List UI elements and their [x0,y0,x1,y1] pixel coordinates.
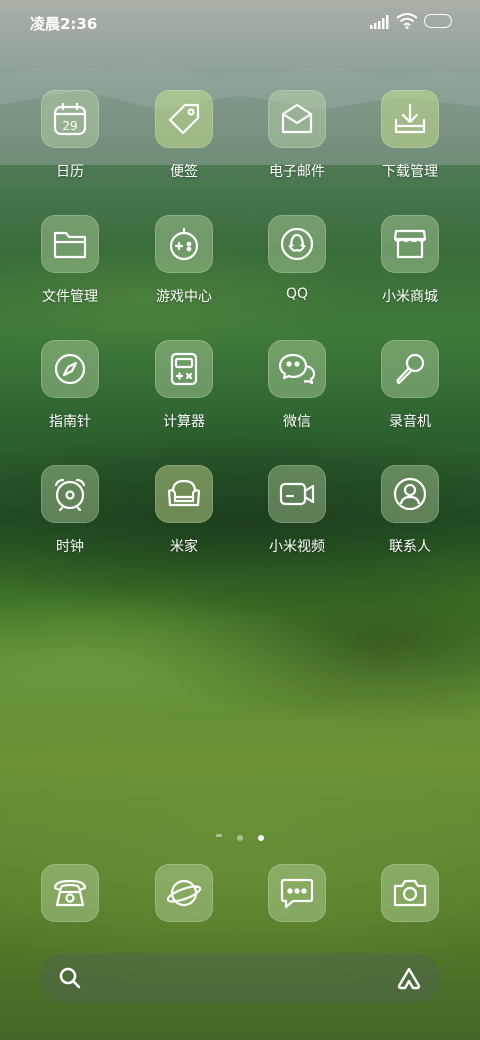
app-label: QQ [285,286,309,302]
page-dot [215,834,222,837]
qq-penguin-icon [268,215,326,273]
app-label: 便签 [170,164,198,180]
app-notes[interactable]: 便签 [128,90,240,181]
app-label: 游戏中心 [156,289,212,305]
compass-icon [41,340,99,398]
calendar-icon: 29 [41,90,99,148]
email-icon [268,90,326,148]
app-label: 下载管理 [382,164,438,180]
battery-icon [424,14,452,28]
app-compass[interactable]: 指南针 [14,340,126,431]
app-wechat[interactable]: 微信 [241,340,353,431]
browser-planet-icon [155,864,213,922]
cellular-signal-icon [370,15,389,29]
shop-icon [381,215,439,273]
phone-icon [41,864,99,922]
app-recorder[interactable]: 录音机 [354,340,466,431]
app-mi-video[interactable]: 小米视频 [241,465,353,556]
app-files[interactable]: 文件管理 [14,215,126,306]
armchair-icon [155,465,213,523]
dock-browser[interactable] [128,864,240,922]
microphone-icon [381,340,439,398]
app-contacts[interactable]: 联系人 [354,465,466,556]
app-label: 联系人 [389,539,431,555]
svg-text:29: 29 [62,119,77,133]
app-qq[interactable]: QQ [241,215,353,302]
page-dot-active [258,835,265,841]
dock-phone[interactable] [14,864,126,922]
app-label: 米家 [170,539,198,555]
app-label: 文件管理 [42,289,98,305]
message-icon [268,864,326,922]
app-calendar[interactable]: 29 日历 [14,90,126,181]
app-downloads[interactable]: 下载管理 [354,90,466,181]
alarm-clock-icon [41,465,99,523]
contact-icon [381,465,439,523]
gamepad-icon [155,215,213,273]
app-label: 录音机 [389,414,431,430]
wechat-icon [268,340,326,398]
folder-icon [41,215,99,273]
app-mi-store[interactable]: 小米商城 [354,215,466,306]
app-label: 微信 [283,414,311,430]
video-camera-icon [268,465,326,523]
app-label: 时钟 [56,539,84,555]
status-time: 凌晨2:36 [30,15,98,33]
app-label: 电子邮件 [269,164,325,180]
app-game-center[interactable]: 游戏中心 [128,215,240,306]
app-clock[interactable]: 时钟 [14,465,126,556]
page-indicator [0,826,480,845]
wifi-icon [396,13,418,29]
assistant-icon[interactable] [396,966,422,990]
app-mi-home[interactable]: 米家 [128,465,240,556]
app-email[interactable]: 电子邮件 [241,90,353,181]
app-label: 计算器 [163,414,205,430]
app-label: 日历 [56,164,84,180]
app-label: 指南针 [49,414,91,430]
search-icon[interactable] [58,966,82,990]
camera-icon [381,864,439,922]
app-calculator[interactable]: 计算器 [128,340,240,431]
page-dot [237,835,243,841]
dock-messages[interactable] [241,864,353,922]
app-label: 小米商城 [382,289,438,305]
dock-camera[interactable] [354,864,466,922]
tag-icon [155,90,213,148]
app-label: 小米视频 [269,539,325,555]
calculator-icon [155,340,213,398]
download-icon [381,90,439,148]
search-bar[interactable] [40,953,440,1003]
status-bar: 凌晨2:36 [0,0,480,44]
